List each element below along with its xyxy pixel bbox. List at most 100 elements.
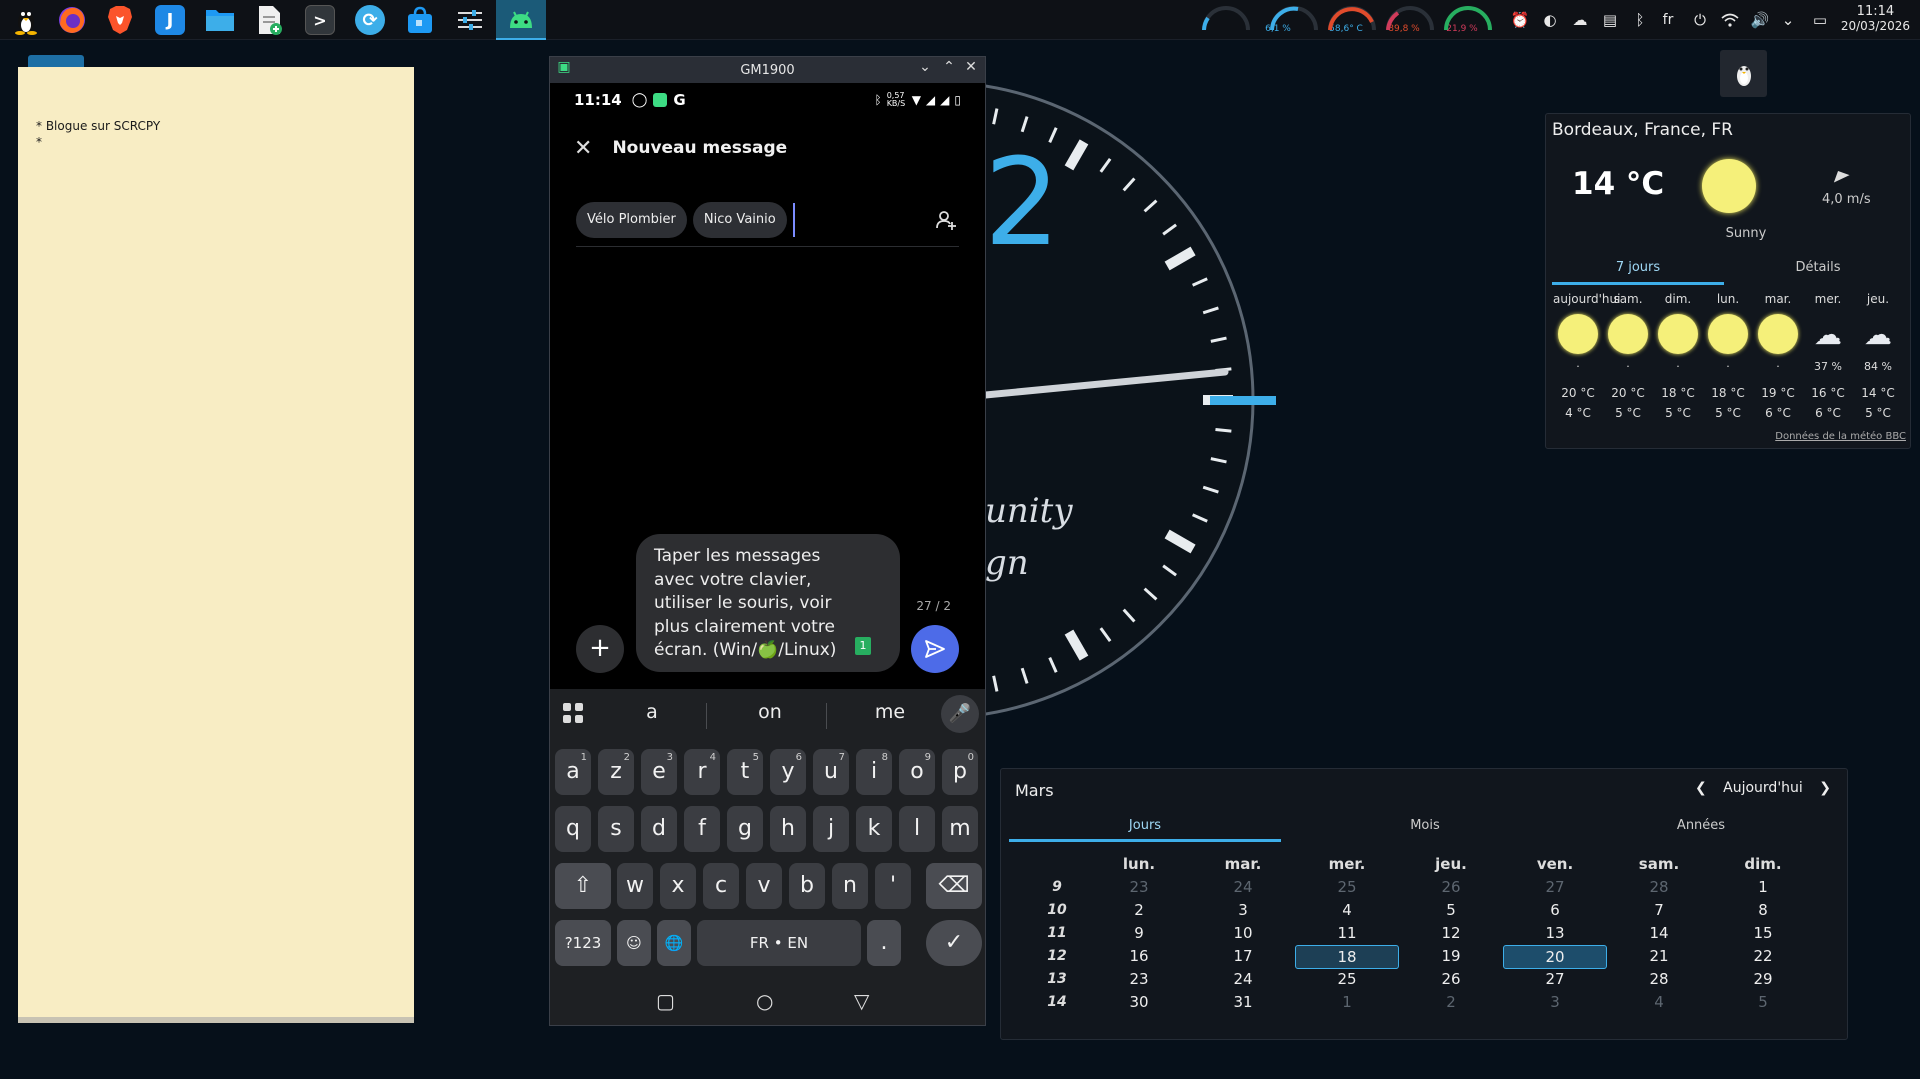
- calendar-day[interactable]: 2: [1087, 899, 1191, 921]
- calendar-day[interactable]: 31: [1191, 991, 1295, 1013]
- home-icon[interactable]: ○: [756, 989, 773, 1013]
- space-key[interactable]: FR • EN: [697, 920, 861, 966]
- firefox-icon[interactable]: [48, 0, 96, 40]
- key-a[interactable]: a1: [555, 749, 591, 795]
- terminal-icon[interactable]: >: [296, 0, 344, 40]
- tux-icon[interactable]: [2, 0, 50, 40]
- key-n[interactable]: n: [832, 863, 868, 909]
- weather-widget[interactable]: Bordeaux, France, FR 14 °C Sunny ◤ 4,0 m…: [1545, 113, 1911, 449]
- calendar-day[interactable]: 23: [1087, 968, 1191, 990]
- brave-icon[interactable]: [96, 0, 144, 40]
- calendar-day[interactable]: 28: [1607, 876, 1711, 898]
- calendar-day[interactable]: 17: [1191, 945, 1295, 967]
- calendar-month[interactable]: Mars: [1015, 781, 1054, 800]
- key-x[interactable]: x: [660, 863, 696, 909]
- key-o[interactable]: o9: [899, 749, 935, 795]
- window-titlebar[interactable]: ▣ GM1900 ⌄ ⌃ ✕: [550, 57, 985, 83]
- apps-grid-icon[interactable]: [562, 702, 584, 728]
- symbols-key[interactable]: ?123: [555, 920, 611, 966]
- volume-icon[interactable]: 🔊: [1748, 8, 1772, 32]
- scrcpy-icon[interactable]: [496, 0, 546, 40]
- calendar-day[interactable]: 3: [1503, 991, 1607, 1013]
- key-p[interactable]: p0: [942, 749, 978, 795]
- recents-icon[interactable]: ▢: [656, 989, 675, 1013]
- tab-7-days[interactable]: 7 jours: [1552, 254, 1724, 285]
- memory-gauge[interactable]: 89,8 %: [1326, 4, 1420, 36]
- key-b[interactable]: b: [789, 863, 825, 909]
- key-apostrophe[interactable]: ': [875, 863, 911, 909]
- calendar-day[interactable]: 24: [1191, 876, 1295, 898]
- temperature-gauge[interactable]: 58,6° C: [1268, 4, 1363, 36]
- show-desktop-icon[interactable]: ▭: [1808, 8, 1832, 32]
- tab-days[interactable]: Jours: [1009, 813, 1281, 842]
- calendar-day[interactable]: 3: [1191, 899, 1295, 921]
- settings-icon[interactable]: [446, 0, 494, 40]
- key-g[interactable]: g: [727, 806, 763, 852]
- close-icon[interactable]: ✕: [574, 136, 592, 161]
- key-v[interactable]: v: [746, 863, 782, 909]
- key-s[interactable]: s: [598, 806, 634, 852]
- suggestion[interactable]: a: [602, 701, 702, 723]
- backspace-key[interactable]: ⌫: [926, 863, 982, 909]
- key-k[interactable]: k: [856, 806, 892, 852]
- calendar-day[interactable]: 1: [1711, 876, 1815, 898]
- suggestion[interactable]: me: [840, 701, 940, 723]
- send-button[interactable]: [911, 625, 959, 673]
- expand-tray-icon[interactable]: ⌄: [1776, 8, 1800, 32]
- calendar-day[interactable]: 22: [1711, 945, 1815, 967]
- weather-tray-icon[interactable]: ☁: [1568, 8, 1592, 32]
- today-button[interactable]: Aujourd'hui: [1723, 780, 1803, 796]
- chevron-left-icon[interactable]: ❮: [1695, 780, 1707, 796]
- recipient-chip[interactable]: Vélo Plombier: [576, 201, 687, 238]
- tab-years[interactable]: Années: [1565, 813, 1837, 839]
- key-f[interactable]: f: [684, 806, 720, 852]
- sim-badge[interactable]: 1: [855, 637, 871, 655]
- note-line[interactable]: *: [36, 134, 396, 150]
- clipboard-icon[interactable]: ▤: [1598, 8, 1622, 32]
- language-globe-icon[interactable]: 🌐: [657, 920, 691, 966]
- back-icon[interactable]: ▽: [854, 989, 869, 1013]
- chevron-right-icon[interactable]: ❯: [1819, 780, 1831, 796]
- key-h[interactable]: h: [770, 806, 806, 852]
- period-key[interactable]: .: [867, 920, 901, 966]
- calendar-day[interactable]: 16: [1087, 945, 1191, 967]
- calendar-day[interactable]: 12: [1399, 922, 1503, 944]
- calendar-day[interactable]: 20: [1503, 945, 1607, 969]
- calendar-day[interactable]: 19: [1399, 945, 1503, 967]
- key-w[interactable]: w: [617, 863, 653, 909]
- network-gauge[interactable]: [1442, 4, 1494, 36]
- document-new-icon[interactable]: [246, 0, 294, 40]
- calendar-day[interactable]: 23: [1087, 876, 1191, 898]
- microphone-icon[interactable]: 🎤: [941, 695, 979, 733]
- scrcpy-window[interactable]: ▣ GM1900 ⌄ ⌃ ✕ 11:14 ◯ G ᛒ 0,57 KB/S ▼ ◢…: [549, 56, 986, 1026]
- calendar-day[interactable]: 25: [1295, 876, 1399, 898]
- calendar-day[interactable]: 15: [1711, 922, 1815, 944]
- key-m[interactable]: m: [942, 806, 978, 852]
- calendar-day[interactable]: 8: [1711, 899, 1815, 921]
- calendar-day[interactable]: 4: [1607, 991, 1711, 1013]
- calendar-day[interactable]: 5: [1711, 991, 1815, 1013]
- calendar-day[interactable]: 27: [1503, 876, 1607, 898]
- jdownloader-icon[interactable]: J: [146, 0, 194, 40]
- attach-button[interactable]: +: [576, 625, 624, 673]
- calendar-day[interactable]: 6: [1503, 899, 1607, 921]
- swap-gauge[interactable]: 21,9 %: [1384, 4, 1478, 36]
- key-y[interactable]: y6: [770, 749, 806, 795]
- bluetooth-icon[interactable]: ᛒ: [1628, 8, 1652, 32]
- key-c[interactable]: c: [703, 863, 739, 909]
- note-line[interactable]: * Blogue sur SCRCPY: [36, 118, 396, 134]
- tab-details[interactable]: Détails: [1732, 254, 1904, 282]
- key-l[interactable]: l: [899, 806, 935, 852]
- key-j[interactable]: j: [813, 806, 849, 852]
- minimize-button[interactable]: ⌄: [915, 59, 935, 81]
- calendar-day[interactable]: 25: [1295, 968, 1399, 990]
- calendar-day[interactable]: 21: [1607, 945, 1711, 967]
- calendar-day[interactable]: 5: [1399, 899, 1503, 921]
- sticky-note[interactable]: * Blogue sur SCRCPY *: [18, 67, 414, 1023]
- suggestion[interactable]: on: [720, 701, 820, 723]
- recipients-field[interactable]: Vélo Plombier Nico Vainio: [576, 199, 959, 247]
- tab-months[interactable]: Mois: [1289, 813, 1561, 839]
- add-contact-icon[interactable]: [935, 209, 957, 236]
- tux-widget-icon[interactable]: [1720, 50, 1767, 97]
- key-r[interactable]: r4: [684, 749, 720, 795]
